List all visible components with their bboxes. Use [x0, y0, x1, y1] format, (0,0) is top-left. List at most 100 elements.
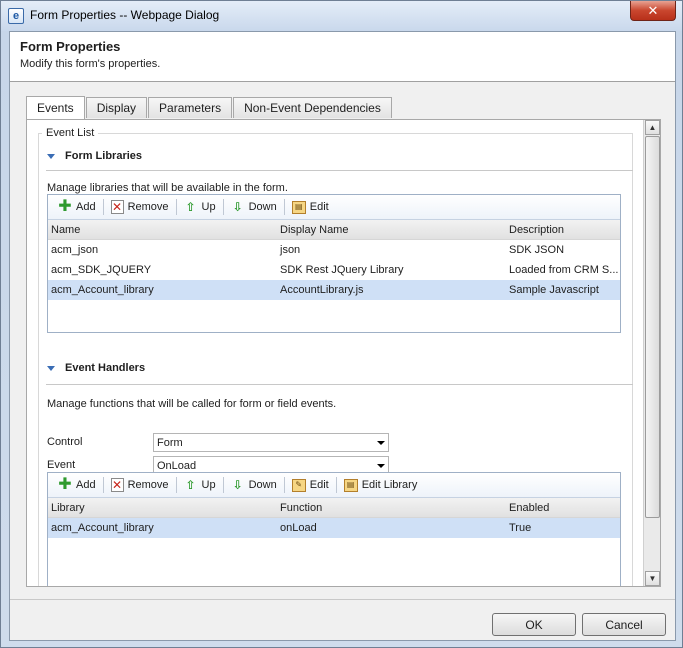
toolbar-separator: [335, 477, 337, 493]
column-header-description[interactable]: Description: [506, 224, 620, 236]
lib-edit-button[interactable]: ▤ Edit: [286, 197, 335, 217]
collapse-triangle-icon: [47, 365, 55, 371]
dialog-window: e Form Properties -- Webpage Dialog ✕ Fo…: [0, 0, 683, 648]
scroll-up-icon[interactable]: ▲: [645, 120, 660, 135]
tab-display[interactable]: Display: [85, 97, 148, 118]
toolbar-separator: [102, 477, 104, 493]
lib-up-label: Up: [201, 201, 216, 213]
edit-library-button[interactable]: ▤ Edit Library: [338, 475, 424, 495]
event-handlers-description: Manage functions that will be called for…: [47, 398, 337, 410]
title-bar: e Form Properties -- Webpage Dialog ✕: [1, 1, 682, 31]
arrow-down-icon: ⇩: [232, 478, 243, 492]
handler-edit-button[interactable]: ✎ Edit: [286, 475, 335, 495]
dialog-title: Form Properties: [20, 39, 121, 54]
handler-down-label: Down: [248, 479, 277, 491]
event-select-value: OnLoad: [157, 459, 197, 472]
column-header-name[interactable]: Name: [48, 224, 277, 236]
lib-down-label: Down: [248, 201, 277, 213]
form-libraries-toggle[interactable]: Form Libraries: [47, 150, 142, 162]
lib-remove-button[interactable]: ✕ Remove: [105, 197, 175, 217]
ie-page-icon: e: [8, 8, 24, 24]
form-libraries-header-row: Name Display Name Description: [48, 220, 620, 240]
toolbar-separator: [283, 199, 285, 215]
toolbar-separator: [175, 199, 177, 215]
cell-name: acm_SDK_JQUERY: [51, 264, 152, 276]
form-libraries-toolbar: ✚ Add ✕ Remove ⇧ Up ⇩ Down ▤ Edit: [48, 195, 620, 220]
edit-library-icon: ▤: [343, 478, 358, 492]
remove-icon: ✕: [110, 478, 124, 492]
chevron-down-icon: [377, 464, 385, 468]
event-handlers-heading: Event Handlers: [65, 362, 146, 374]
handler-edit-label: Edit: [309, 479, 329, 491]
table-row-selected[interactable]: acm_Account_library AccountLibrary.js Sa…: [48, 280, 620, 300]
edit-icon: ▤: [291, 200, 306, 214]
handler-remove-label: Remove: [127, 479, 169, 491]
cell-display-name: SDK Rest JQuery Library: [280, 264, 404, 276]
table-row[interactable]: acm_json json SDK JSON: [48, 240, 620, 260]
events-tab-panel: Event List Form Libraries Manage librari…: [26, 119, 661, 587]
scrollbar-thumb[interactable]: [645, 136, 660, 518]
cell-name: acm_json: [51, 244, 99, 256]
column-header-library[interactable]: Library: [48, 502, 277, 514]
cell-display-name: json: [280, 244, 301, 256]
dialog-client: Form Properties Modify this form's prope…: [9, 31, 676, 641]
handler-add-button[interactable]: ✚ Add: [52, 475, 102, 495]
collapse-triangle-icon: [47, 153, 55, 159]
table-row[interactable]: acm_SDK_JQUERY SDK Rest JQuery Library L…: [48, 260, 620, 280]
cell-description: Sample Javascript: [509, 284, 599, 296]
handler-add-label: Add: [76, 479, 96, 491]
dialog-subtitle: Modify this form's properties.: [20, 58, 161, 70]
lib-add-label: Add: [76, 201, 96, 213]
event-handlers-toggle[interactable]: Event Handlers: [47, 362, 145, 374]
form-libraries-heading: Form Libraries: [65, 150, 143, 162]
form-libraries-description: Manage libraries that will be available …: [47, 182, 288, 194]
cell-display-name: AccountLibrary.js: [280, 284, 364, 296]
handler-up-label: Up: [201, 479, 216, 491]
lib-down-button[interactable]: ⇩ Down: [225, 197, 283, 217]
cell-library: acm_Account_library: [51, 522, 154, 534]
scroll-down-icon[interactable]: ▼: [645, 571, 660, 586]
lib-up-button[interactable]: ⇧ Up: [178, 197, 222, 217]
edit-icon: ✎: [291, 478, 306, 492]
lib-add-button[interactable]: ✚ Add: [52, 197, 102, 217]
tab-events[interactable]: Events: [26, 96, 85, 119]
handler-remove-button[interactable]: ✕ Remove: [105, 475, 175, 495]
tab-strip: Events Display Parameters Non-Event Depe…: [26, 96, 393, 119]
cell-description: Loaded from CRM S...: [509, 264, 619, 276]
tab-parameters[interactable]: Parameters: [148, 97, 233, 118]
dialog-header: Form Properties Modify this form's prope…: [10, 32, 675, 82]
ok-button[interactable]: OK: [492, 613, 576, 636]
tab-non-event-dependencies[interactable]: Non-Event Dependencies: [233, 97, 392, 118]
control-select[interactable]: Form: [153, 433, 389, 452]
toolbar-separator: [175, 477, 177, 493]
vertical-scrollbar[interactable]: ▲ ▼: [643, 120, 660, 586]
handler-up-button[interactable]: ⇧ Up: [178, 475, 222, 495]
lib-remove-label: Remove: [127, 201, 169, 213]
arrow-up-icon: ⇧: [185, 200, 196, 214]
event-label: Event: [47, 459, 76, 471]
toolbar-separator: [222, 199, 224, 215]
column-header-display-name[interactable]: Display Name: [277, 224, 506, 236]
arrow-down-icon: ⇩: [232, 200, 243, 214]
cell-function: onLoad: [280, 522, 317, 534]
edit-library-label: Edit Library: [361, 479, 418, 491]
event-list-label: Event List: [42, 127, 99, 139]
control-label: Control: [47, 436, 83, 448]
chevron-down-icon: [377, 441, 385, 445]
toolbar-separator: [283, 477, 285, 493]
cancel-button[interactable]: Cancel: [582, 613, 666, 636]
control-select-value: Form: [157, 436, 183, 449]
cell-name: acm_Account_library: [51, 284, 154, 296]
remove-icon: ✕: [110, 200, 124, 214]
close-button[interactable]: ✕: [630, 1, 676, 21]
add-icon: ✚: [58, 476, 72, 493]
handler-down-button[interactable]: ⇩ Down: [225, 475, 283, 495]
event-handlers-toolbar: ✚ Add ✕ Remove ⇧ Up ⇩ Down ✎ Edit ▤ Edit…: [48, 473, 620, 498]
footer-divider: [10, 599, 675, 600]
column-header-function[interactable]: Function: [277, 502, 506, 514]
column-header-enabled[interactable]: Enabled: [506, 502, 620, 514]
section-divider: [46, 384, 633, 385]
cell-enabled: True: [509, 522, 532, 534]
table-row-selected[interactable]: acm_Account_library onLoad True: [48, 518, 620, 538]
event-handlers-grid: ✚ Add ✕ Remove ⇧ Up ⇩ Down ✎ Edit ▤ Edit…: [47, 472, 621, 586]
